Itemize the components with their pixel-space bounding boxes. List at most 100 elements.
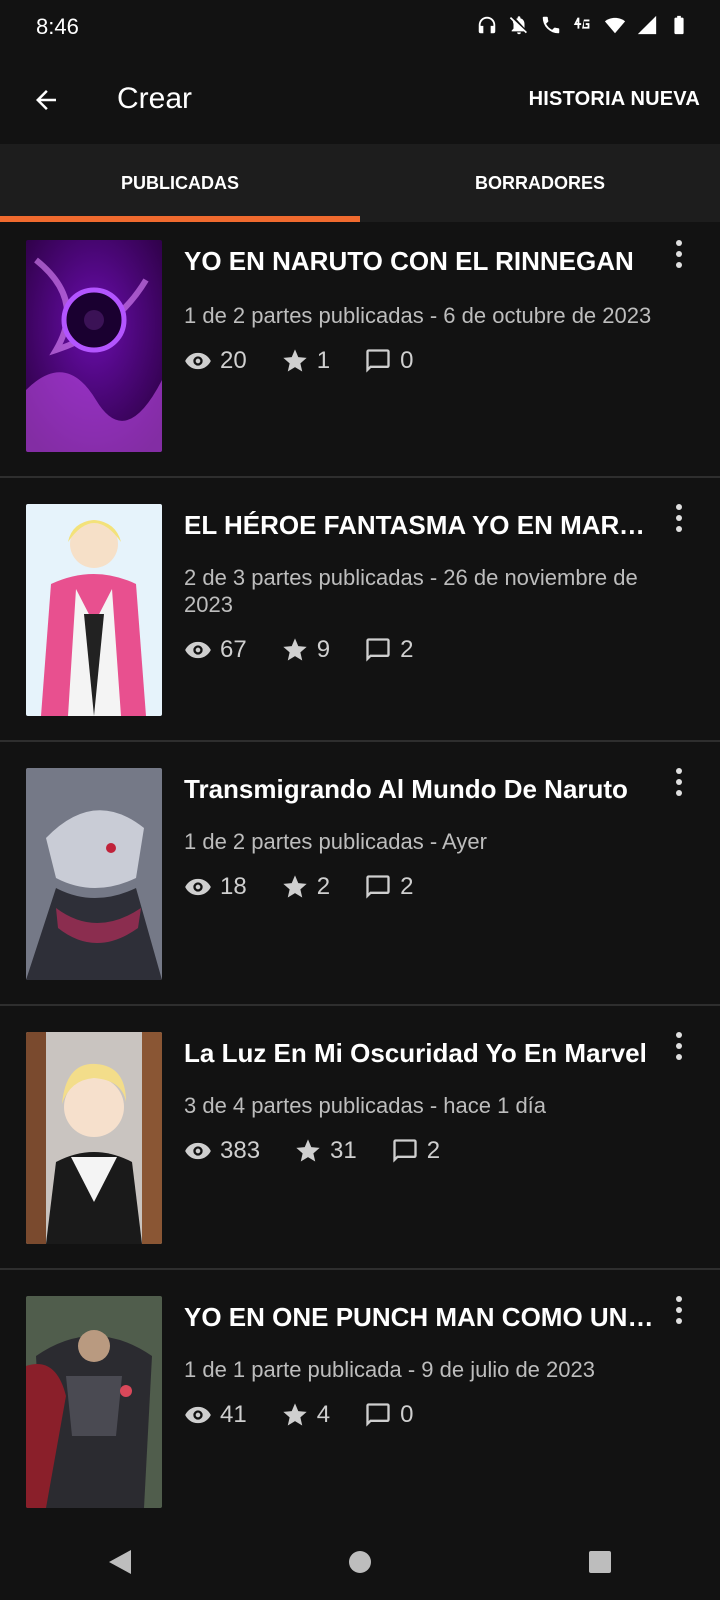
more-options-button[interactable]	[668, 498, 690, 538]
eye-icon	[185, 1142, 211, 1160]
story-title: EL HÉROE FANTASMA YO EN MARVEL	[184, 510, 654, 540]
nav-back-button[interactable]	[90, 1532, 150, 1592]
comments-stat: 0	[364, 347, 413, 375]
eye-icon	[185, 1406, 211, 1424]
status-icons	[476, 14, 690, 36]
votes-count: 31	[330, 1137, 357, 1164]
star-icon	[283, 1403, 307, 1426]
story-title: YO EN ONE PUNCH MAN COMO UN HÉROE	[184, 1302, 654, 1332]
story-cover-image	[26, 240, 162, 452]
story-stats: 18 2 2	[184, 873, 447, 901]
more-vert-icon	[676, 1296, 682, 1302]
eye-icon	[185, 641, 211, 659]
battery-icon	[674, 15, 684, 35]
votes-stat: 31	[294, 1137, 357, 1165]
comments-count: 0	[400, 1401, 414, 1428]
story-row[interactable]: YO EN NARUTO CON EL RINNEGAN 1 de 2 part…	[0, 222, 720, 478]
comment-icon	[393, 1139, 417, 1163]
more-options-button[interactable]	[668, 234, 690, 274]
more-vert-icon	[676, 1032, 682, 1038]
square-recents-icon	[589, 1551, 611, 1573]
tab-drafts[interactable]: BORRADORES	[360, 144, 720, 222]
triangle-back-icon	[109, 1550, 131, 1574]
star-icon	[283, 875, 307, 898]
circle-home-icon	[349, 1551, 371, 1573]
comment-icon	[366, 638, 390, 662]
more-options-button[interactable]	[668, 762, 690, 802]
comments-stat: 2	[364, 873, 413, 901]
comments-count: 2	[400, 636, 414, 663]
views-stat: 20	[184, 347, 247, 375]
story-stats: 20 1 0	[184, 347, 447, 375]
story-list: YO EN NARUTO CON EL RINNEGAN 1 de 2 part…	[0, 222, 720, 1534]
votes-count: 1	[316, 347, 331, 374]
comment-icon	[366, 349, 390, 373]
page-title: Crear	[117, 82, 193, 115]
story-meta: 1 de 2 partes publicadas - Ayer	[184, 829, 487, 854]
comments-count: 0	[400, 347, 414, 374]
story-cover-image	[26, 768, 162, 980]
new-story-button[interactable]: HISTORIA NUEVA	[529, 88, 700, 111]
comments-stat: 2	[364, 636, 413, 664]
story-meta: 2 de 3 partes publicadas - 26 de noviemb…	[184, 565, 638, 617]
story-row[interactable]: La Luz En Mi Oscuridad Yo En Marvel 3 de…	[0, 1006, 720, 1270]
story-meta: 1 de 2 partes publicadas - 6 de octubre …	[184, 303, 652, 328]
nav-home-button[interactable]	[330, 1532, 390, 1592]
views-stat: 67	[184, 636, 247, 664]
tab-bar: PUBLICADAS BORRADORES	[0, 144, 720, 222]
votes-stat: 9	[281, 636, 330, 664]
story-title: YO EN NARUTO CON EL RINNEGAN	[184, 246, 634, 276]
comments-count: 2	[400, 873, 414, 900]
votes-count: 4	[316, 1401, 331, 1428]
votes-count: 2	[316, 873, 331, 900]
signal-icon	[637, 15, 657, 35]
votes-stat: 4	[281, 1401, 330, 1429]
story-title: La Luz En Mi Oscuridad Yo En Marvel	[184, 1038, 647, 1068]
comment-icon	[366, 875, 390, 899]
story-stats: 41 4 0	[184, 1401, 447, 1429]
app-bar: Crear HISTORIA NUEVA	[0, 56, 720, 144]
comments-stat: 2	[391, 1137, 440, 1165]
votes-stat: 2	[281, 873, 330, 901]
back-button[interactable]	[22, 76, 70, 124]
star-icon	[296, 1139, 320, 1162]
votes-stat: 1	[281, 347, 330, 375]
eye-icon	[185, 352, 211, 370]
views-stat: 41	[184, 1401, 247, 1429]
comments-stat: 0	[364, 1401, 413, 1429]
4g-icon	[573, 17, 590, 29]
views-count: 41	[220, 1401, 247, 1428]
comments-count: 2	[426, 1137, 441, 1164]
story-stats: 67 9 2	[184, 636, 447, 664]
arrow-back-icon	[36, 90, 56, 110]
status-bar: 8:46	[0, 0, 720, 56]
story-cover-image	[26, 1032, 162, 1244]
views-count: 20	[220, 347, 247, 374]
more-vert-icon	[676, 504, 682, 510]
status-time: 8:46	[36, 14, 79, 39]
story-meta: 1 de 1 parte publicada - 9 de julio de 2…	[184, 1357, 595, 1382]
views-count: 18	[220, 873, 247, 900]
wifi-call-icon	[542, 16, 560, 34]
views-stat: 383	[184, 1137, 260, 1165]
story-row[interactable]: EL HÉROE FANTASMA YO EN MARVEL 2 de 3 pa…	[0, 478, 720, 742]
more-options-button[interactable]	[668, 1290, 690, 1330]
views-stat: 18	[184, 873, 247, 901]
star-icon	[283, 349, 307, 372]
tab-published[interactable]: PUBLICADAS	[0, 144, 360, 222]
story-meta: 3 de 4 partes publicadas - hace 1 día	[184, 1093, 547, 1118]
story-cover-image	[26, 1296, 162, 1508]
nav-recents-button[interactable]	[570, 1532, 630, 1592]
votes-count: 9	[316, 636, 331, 663]
story-row[interactable]: YO EN ONE PUNCH MAN COMO UN HÉROE 1 de 1…	[0, 1270, 720, 1534]
more-vert-icon	[676, 768, 682, 774]
wifi-icon	[604, 17, 626, 34]
views-count: 67	[220, 636, 247, 663]
eye-icon	[185, 878, 211, 896]
more-options-button[interactable]	[668, 1026, 690, 1066]
headphones-icon	[478, 16, 496, 34]
story-cover-image	[26, 504, 162, 716]
bell-off-icon	[509, 16, 527, 35]
more-vert-icon	[676, 240, 682, 246]
story-row[interactable]: Transmigrando Al Mundo De Naruto 1 de 2 …	[0, 742, 720, 1006]
